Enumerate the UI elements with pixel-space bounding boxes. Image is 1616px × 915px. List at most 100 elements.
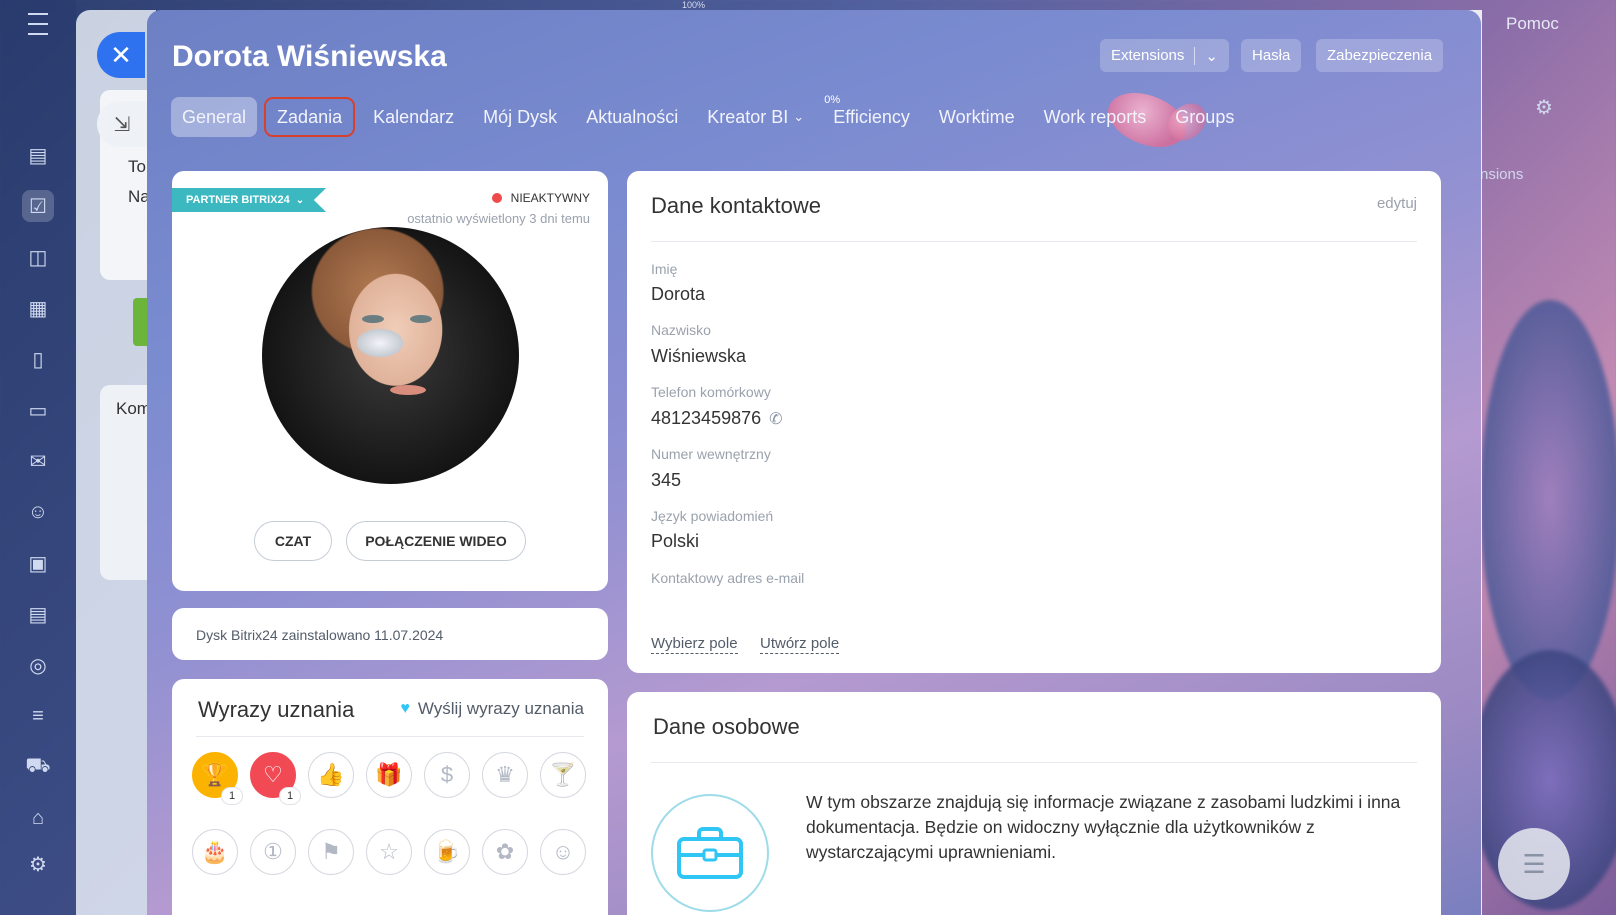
document-icon[interactable]: ▯ — [22, 343, 54, 375]
flower-icon[interactable]: ✿ — [482, 829, 528, 875]
user-profile-slider: Dorota Wiśniewska Extensions ⌄ Hasła Zab… — [147, 10, 1481, 915]
background-text: To — [128, 157, 146, 176]
tab-work-reports[interactable]: Work reports — [1033, 97, 1158, 137]
ribbon-label: PARTNER BITRIX24 — [186, 194, 290, 206]
star-icon[interactable]: ☆ — [366, 829, 412, 875]
appreciation-title: Wyrazy uznania — [198, 697, 355, 722]
profile-tabs: General Zadania Kalendarz Mój Dysk Aktua… — [171, 94, 1252, 137]
tab-kalendarz[interactable]: Kalendarz — [362, 97, 465, 137]
mobile-phone-row: 48123459876 ✆ — [651, 408, 783, 429]
close-slider-button[interactable]: ✕ — [97, 32, 145, 78]
extensions-button[interactable]: Extensions ⌄ — [1100, 39, 1229, 72]
money-bag-icon[interactable]: $ — [424, 752, 470, 798]
contacts-icon[interactable]: ☺ — [22, 496, 54, 528]
field-label-language: Język powiadomień — [651, 508, 774, 524]
contact-card: Dane kontaktowe edytuj Imię Dorota Nazwi… — [627, 171, 1441, 673]
menu-icon[interactable] — [22, 8, 54, 40]
button-separator — [1194, 46, 1196, 65]
thumbs-up-icon[interactable]: 👍 — [308, 752, 354, 798]
avatar-detail — [357, 329, 403, 357]
number-one-icon[interactable]: ① — [250, 829, 296, 875]
avatar[interactable] — [262, 227, 519, 484]
trophy-icon[interactable]: 🏆 1 — [192, 752, 243, 805]
chevron-down-icon[interactable]: ⌄ — [1205, 47, 1218, 65]
tab-groups[interactable]: Groups — [1164, 97, 1245, 137]
personal-data-card: Dane osobowe W tym obszarze znajdują się… — [627, 692, 1441, 915]
settings-gear-icon[interactable]: ⚙ — [1535, 95, 1553, 120]
tab-moj-dysk[interactable]: Mój Dysk — [472, 97, 568, 137]
cocktail-icon[interactable]: 🍸 — [540, 752, 586, 798]
crm-icon[interactable]: ▤ — [22, 598, 54, 630]
status-dot-icon — [491, 193, 502, 203]
building-icon[interactable]: ⌂ — [22, 802, 54, 834]
crown-icon[interactable]: ♛ — [482, 752, 528, 798]
background-text: Kom — [116, 399, 151, 418]
choose-field-link[interactable]: Wybierz pole — [651, 635, 738, 654]
security-button[interactable]: Zabezpieczenia — [1316, 39, 1444, 72]
settings-icon[interactable]: ⚙ — [22, 848, 54, 880]
personal-info-text: W tym obszarze znajdują się informacje z… — [806, 792, 1401, 862]
field-value-extension: 345 — [651, 470, 682, 490]
chat-button[interactable]: CZAT — [254, 521, 332, 561]
background-extensions-text: nsions — [1480, 166, 1524, 183]
help-link[interactable]: Pomoc — [1506, 14, 1559, 34]
create-field-link[interactable]: Utwórz pole — [760, 635, 840, 654]
disk-card: Dysk Bitrix24 zainstalowano 11.07.2024 — [172, 608, 608, 660]
mail-icon[interactable]: ✉ — [22, 445, 54, 477]
field-label-mobile: Telefon komórkowy — [651, 384, 771, 400]
avatar-detail — [410, 315, 432, 323]
profile-card: PARTNER BITRIX24 ⌄ NIEAKTYWNY ostatnio w… — [172, 171, 608, 591]
efficiency-percent: 0% — [824, 94, 841, 106]
divider — [651, 762, 1417, 763]
tab-general[interactable]: General — [171, 97, 258, 137]
tab-kreator-bi[interactable]: Kreator BI ⌄ — [696, 97, 815, 137]
phone-icon[interactable]: ✆ — [769, 409, 782, 429]
last-seen-text: ostatnio wyświetlony 3 dni temu — [407, 211, 590, 226]
extensions-label: Extensions — [1111, 47, 1185, 64]
background-decoration — [1480, 300, 1616, 700]
zoom-indicator: 100% — [682, 0, 706, 10]
tasks-icon[interactable]: ☑ — [22, 190, 54, 222]
badge-count: 1 — [221, 787, 243, 805]
chevron-down-icon: ⌄ — [295, 194, 305, 206]
field-label-first-name: Imię — [651, 261, 678, 277]
cart-icon[interactable]: ⛟ — [22, 751, 54, 783]
gift-icon[interactable]: 🎁 — [366, 752, 412, 798]
video-call-button[interactable]: POŁĄCZENIE WIDEO — [346, 521, 526, 561]
chat-fab-button[interactable]: ☰ — [1498, 828, 1570, 900]
send-appreciation-link[interactable]: ♥ Wyślij wyrazy uznania — [400, 699, 584, 719]
field-value-last-name: Wiśniewska — [651, 346, 747, 366]
field-value-language: Polski — [651, 531, 700, 551]
passwords-button[interactable]: Hasła — [1241, 39, 1302, 72]
edit-contact-link[interactable]: edytuj — [1377, 195, 1417, 212]
divider — [651, 241, 1417, 242]
smile-icon[interactable]: ☺ — [540, 829, 586, 875]
send-appreciation-label: Wyślij wyrazy uznania — [417, 699, 584, 718]
tab-aktualnosci[interactable]: Aktualności — [575, 97, 689, 137]
chevron-down-icon: ⌄ — [793, 109, 805, 124]
target-icon[interactable]: ◎ — [22, 649, 54, 681]
flag-icon[interactable]: ⚑ — [308, 829, 354, 875]
drive-icon[interactable]: ▭ — [22, 394, 54, 426]
tab-worktime[interactable]: Worktime — [928, 97, 1026, 137]
tab-label: Kreator BI — [707, 106, 789, 127]
tab-zadania[interactable]: Zadania — [264, 97, 356, 137]
minimize-icon[interactable]: ⇲ — [97, 101, 147, 147]
beer-icon[interactable]: 🍺 — [424, 829, 470, 875]
avatar-detail — [390, 385, 426, 395]
chat-icon[interactable]: ◫ — [22, 241, 54, 273]
field-value-mobile[interactable]: 48123459876 — [651, 408, 761, 429]
tab-efficiency[interactable]: 0% Efficiency — [822, 94, 921, 137]
field-value-first-name: Dorota — [651, 284, 706, 304]
board-icon[interactable]: ▣ — [22, 547, 54, 579]
calendar-icon[interactable]: ▦ — [22, 292, 54, 324]
funnel-icon[interactable]: ≡ — [22, 700, 54, 732]
briefcase-icon — [651, 794, 769, 912]
partner-ribbon[interactable]: PARTNER BITRIX24 ⌄ — [172, 188, 327, 212]
heart-icon[interactable]: ♡ 1 — [250, 752, 301, 805]
field-label-email: Kontaktowy adres e-mail — [651, 570, 805, 586]
left-app-sidebar: ▤ ☑ ◫ ▦ ▯ ▭ ✉ ☺ ▣ ▤ ◎ ≡ ⛟ ⌂ ⚙ — [0, 0, 76, 915]
feed-icon[interactable]: ▤ — [22, 139, 54, 171]
cake-icon[interactable]: 🎂 — [192, 829, 238, 875]
appreciation-card: Wyrazy uznania ♥ Wyślij wyrazy uznania 🏆… — [172, 679, 608, 915]
